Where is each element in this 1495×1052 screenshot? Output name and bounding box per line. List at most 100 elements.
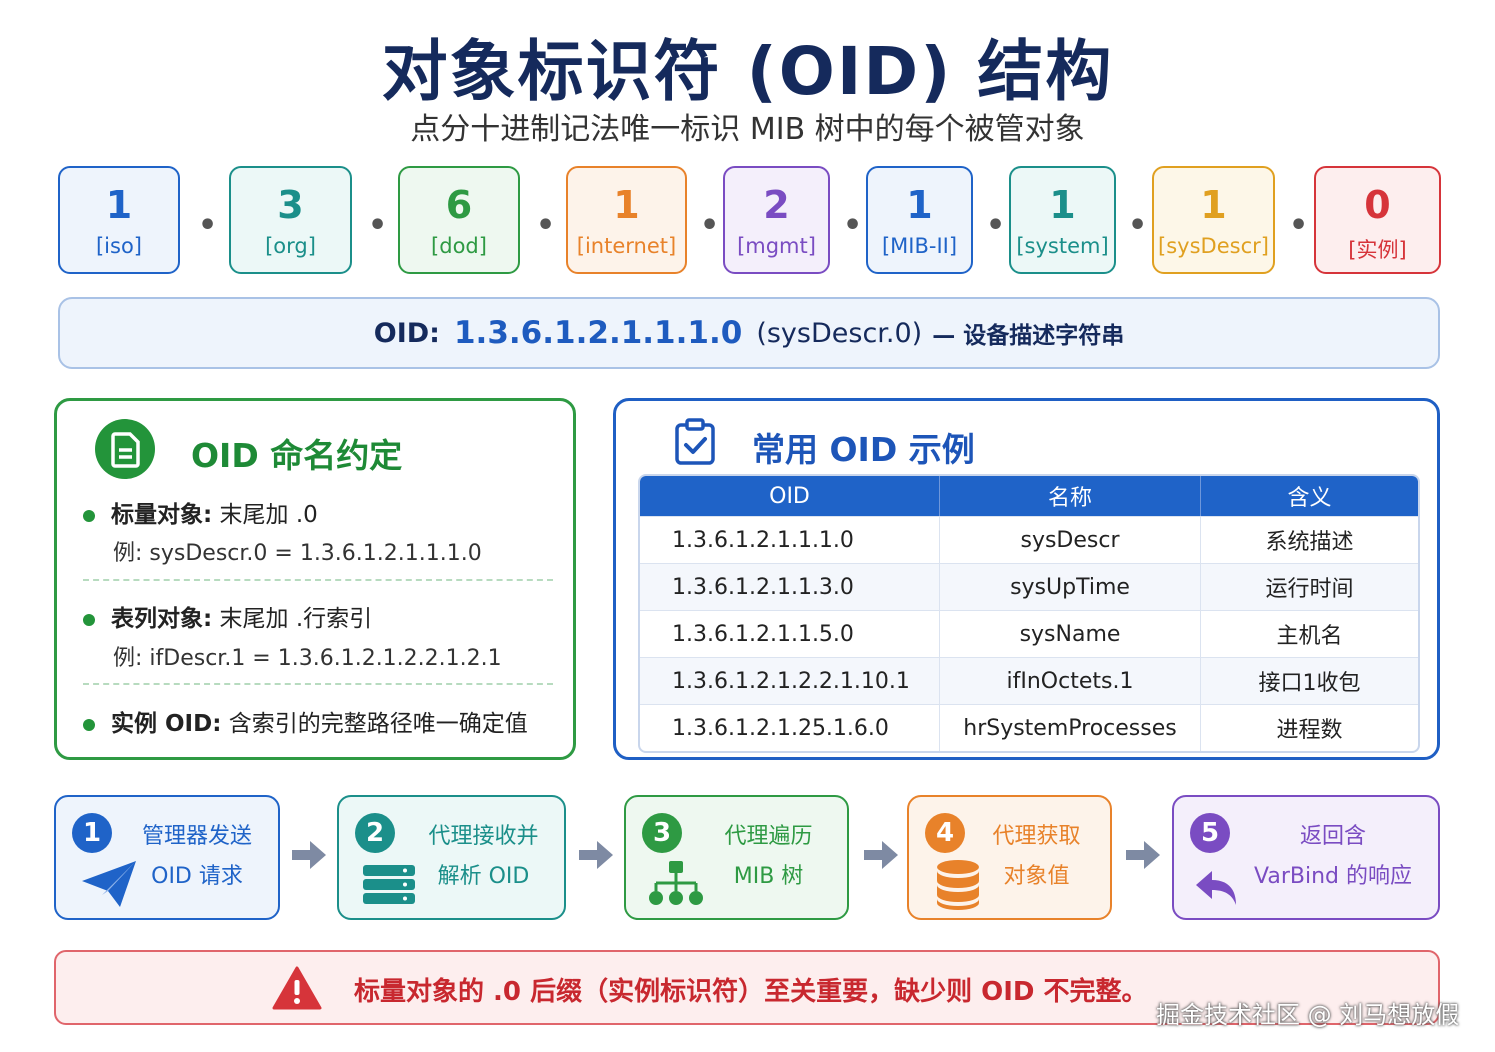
oid-node-label: [实例] [1348,238,1407,262]
table-row: 1.3.6.1.2.1.1.1.0 sysDescr 系统描述 [640,516,1418,563]
step-number-badge: 3 [642,813,682,853]
cell-name: hrSystemProcesses [940,705,1201,751]
naming-convention-panel: OID 命名约定 标量对象: 末尾加 .0 例: sysDescr.0 = 1.… [54,398,576,760]
arrow-right-icon [577,838,615,876]
oid-node-number: 0 [1364,183,1391,227]
divider [83,683,553,685]
cell-oid: 1.3.6.1.2.1.1.5.0 [640,611,940,657]
dot-separator: • [843,208,863,243]
oid-node: 1 [internet] [566,166,687,274]
cell-meaning: 主机名 [1276,624,1343,649]
oid-node-label: [internet] [576,234,677,258]
oid-description: — 设备描述字符串 [932,323,1125,349]
oid-node-number: 1 [613,183,640,227]
oid-node-label: [MIB-II] [881,234,958,258]
cell-meaning: 运行时间 [1265,577,1354,602]
cell-oid: 1.3.6.1.2.1.1.1.0 [640,517,940,563]
table-row: 1.3.6.1.2.1.25.1.6.0 hrSystemProcesses 进程数 [640,704,1418,751]
cell-name: sysName [940,611,1201,657]
cell-name: ifInOctets.1 [940,658,1201,704]
table-row: 1.3.6.1.2.1.1.3.0 sysUpTime 运行时间 [640,563,1418,610]
oid-node: 1 [sysDescr] [1152,166,1275,274]
oid-node: 6 [dod] [398,166,520,274]
cell-meaning: 进程数 [1276,718,1343,743]
bullet-icon [83,509,95,522]
step-text: 代理获取 对象值 [969,817,1104,897]
naming-title: OID 命名约定 [191,436,403,475]
page-title: 对象标识符 (OID) 结构 [381,33,1114,110]
oid-node: 1 [MIB-II] [866,166,973,274]
oid-table: OID 名称 含义 1.3.6.1.2.1.1.1.0 sysDescr 系统描述 1… [638,474,1420,753]
dot-separator: • [198,208,218,243]
step-text: 代理接收并 解析 OID [409,817,558,897]
warning-text: 标量对象的 .0 后缀（实例标识符）至关重要，缺少则 OID 不完整。 [354,977,1148,1007]
bullet-icon [83,613,95,626]
step-number-badge: 1 [72,813,112,853]
step-text: 返回含 VarBind 的响应 [1234,817,1432,897]
oid-name: (sysDescr.0) [756,317,923,349]
flow-step: 1 管理器发送 OID 请求 [54,795,280,920]
step-line2: 对象值 [1003,864,1070,889]
naming-example-column: 例: ifDescr.1 = 1.3.6.1.2.1.2.2.1.2.1 [113,646,502,671]
step-text: 代理遍历 MIB 树 [696,817,841,897]
warning-icon [272,966,322,1014]
step-line2: VarBind 的响应 [1254,864,1412,889]
oid-value: 1.3.6.1.2.1.1.1.0 [453,315,743,351]
step-line1: 代理遍历 [724,824,813,849]
arrow-right-icon [862,838,900,876]
step-line1: 管理器发送 [141,824,252,849]
oid-node-label: [dod] [431,234,487,258]
step-line1: 代理获取 [992,824,1081,849]
oid-node-label: [mgmt] [737,234,816,258]
dot-separator: • [700,208,720,243]
oid-example-bar: OID: 1.3.6.1.2.1.1.1.0 (sysDescr.0) — 设备… [58,297,1440,369]
cell-name: sysUpTime [940,564,1201,610]
divider [83,579,553,581]
oid-node-number: 1 [906,183,933,227]
cell-meaning: 接口1收包 [1258,671,1361,696]
step-line2: MIB 树 [733,864,804,889]
step-number-badge: 4 [925,813,965,853]
arrow-right-icon [1124,838,1162,876]
oid-node: 2 [mgmt] [723,166,830,274]
table-header-row: OID 名称 含义 [640,476,1418,516]
arrow-right-icon [290,838,328,876]
oid-node-number: 2 [763,183,790,227]
oid-node-label: [system] [1016,234,1109,258]
dot-separator: • [368,208,388,243]
oid-node: 3 [org] [229,166,352,274]
step-line2: OID 请求 [151,864,243,889]
oid-node-number: 1 [105,183,133,227]
dot-separator: • [536,208,556,243]
page-subtitle: 点分十进制记法唯一标识 MIB 树中的每个被管对象 [410,112,1085,147]
oid-node-label: [sysDescr] [1158,234,1269,258]
dot-separator: • [1128,208,1148,243]
col-header-name: 名称 [940,476,1201,516]
table-row: 1.3.6.1.2.1.1.5.0 sysName 主机名 [640,610,1418,657]
col-header-oid: OID [640,476,940,516]
table-row: 1.3.6.1.2.1.2.2.1.10.1 ifInOctets.1 接口1收包 [640,657,1418,704]
naming-item-column: 表列对象: 末尾加 .行索引 [83,599,372,633]
oid-node-number: 1 [1049,183,1076,227]
flow-step: 2 代理接收并 解析 OID [337,795,566,920]
oid-node: 0 [实例] [1314,166,1441,274]
oid-node: 1 [iso] [58,166,180,274]
flow-step: 5 返回含 VarBind 的响应 [1172,795,1440,920]
bullet-icon [83,718,95,731]
clipboard-check-icon [674,418,716,470]
dot-separator: • [986,208,1006,243]
oid-node-number: 6 [445,183,473,227]
document-icon [95,419,155,479]
naming-item-instance: 实例 OID: 含索引的完整路径唯一确定值 [83,704,528,738]
step-line1: 返回含 [1299,824,1366,849]
common-oid-panel: 常用 OID 示例 OID 名称 含义 1.3.6.1.2.1.1.1.0 sys… [613,398,1440,760]
examples-title: 常用 OID 示例 [752,430,975,469]
oid-node-number: 3 [277,183,304,227]
flow-step: 3 代理遍历 MIB 树 [624,795,849,920]
flow-step: 4 代理获取 对象值 [907,795,1112,920]
oid-node-number: 1 [1200,183,1227,227]
col-header-meaning: 含义 [1287,486,1332,511]
naming-example-scalar: 例: sysDescr.0 = 1.3.6.1.2.1.1.1.0 [113,541,482,566]
cell-name: sysDescr [940,517,1201,563]
step-line2: 解析 OID [437,864,530,889]
